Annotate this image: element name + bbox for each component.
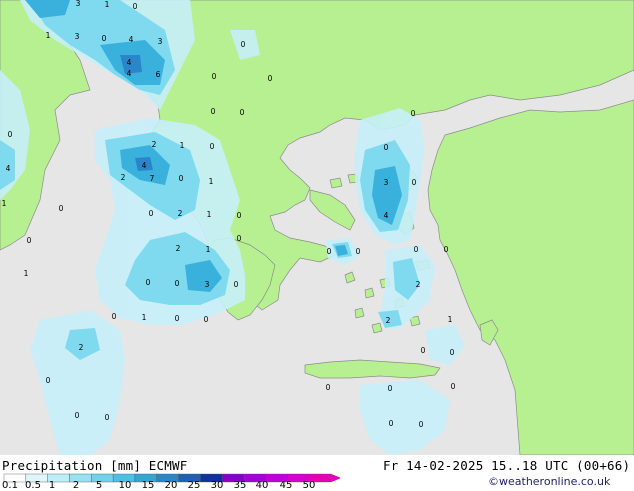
- cell-value-label: 1: [142, 313, 147, 322]
- cell-value-label: 1: [206, 245, 211, 254]
- color-scale-label: 20: [164, 480, 178, 491]
- cell-value-label: 3: [158, 37, 163, 46]
- cell-value-label: 0: [212, 72, 217, 81]
- cell-value-label: 0: [237, 211, 242, 220]
- cell-value-label: 0: [59, 204, 64, 213]
- color-scale-label: 45: [279, 480, 293, 491]
- cell-value-label: 0: [327, 247, 332, 256]
- color-scale-swatch: [91, 473, 114, 483]
- cell-value-label: 0: [46, 376, 51, 385]
- cell-value-label: 3: [76, 0, 81, 8]
- color-scale-label: 5: [95, 480, 103, 491]
- cell-value-label: 3: [205, 280, 210, 289]
- cell-value-label: 0: [268, 74, 273, 83]
- color-scale-label: 25: [187, 480, 201, 491]
- credit-link[interactable]: ©weatheronline.co.uk: [488, 475, 610, 488]
- cell-value-label: 0: [75, 411, 80, 420]
- color-scale-label: 50: [302, 480, 316, 491]
- cell-value-label: 2: [386, 316, 391, 325]
- cell-value-label: 2: [121, 173, 126, 182]
- cell-value-label: 3: [384, 178, 389, 187]
- cell-value-label: 0: [326, 383, 331, 392]
- color-scale-label: 15: [141, 480, 155, 491]
- cell-value-label: 1: [46, 31, 51, 40]
- cell-value-label: 0: [133, 2, 138, 11]
- cell-value-label: 0: [105, 413, 110, 422]
- color-scale-label: 10: [118, 480, 132, 491]
- cell-value-label: 1: [180, 141, 185, 150]
- cell-value-label: 0: [240, 108, 245, 117]
- cell-value-label: 1: [448, 315, 453, 324]
- cell-value-label: 3: [75, 32, 80, 41]
- cell-value-label: 0: [204, 315, 209, 324]
- cell-value-label: 4: [384, 211, 389, 220]
- cell-value-label: 0: [27, 236, 32, 245]
- color-scale-arrow: [331, 474, 340, 482]
- cell-value-label: 0: [234, 280, 239, 289]
- cell-value-label: 1: [24, 269, 29, 278]
- cell-value-label: 0: [412, 178, 417, 187]
- color-scale-label: 30: [210, 480, 224, 491]
- cell-value-label: 2: [79, 343, 84, 352]
- cell-value-label: 2: [416, 280, 421, 289]
- cell-value-label: 0: [211, 107, 216, 116]
- cell-value-label: 0: [384, 143, 389, 152]
- cell-value-label: 2: [176, 244, 181, 253]
- cell-value-label: 0: [146, 278, 151, 287]
- color-scale-label: 0.1: [2, 480, 18, 491]
- color-scale-label: 1: [48, 480, 56, 491]
- color-scale-label: 40: [255, 480, 269, 491]
- cell-value-label: 0: [237, 234, 242, 243]
- color-scale-label: 2: [72, 480, 80, 491]
- cell-value-label: 0: [419, 420, 424, 429]
- cell-value-label: 4: [6, 164, 11, 173]
- cell-value-label: 0: [356, 247, 361, 256]
- cell-value-label: 0: [210, 142, 215, 151]
- chart-title: Precipitation [mm] ECMWF: [2, 458, 188, 473]
- precipitation-map: 3 1 0 1 3 0 4 3 0 4 4 6 0 0 0 0 0 0 2 1 0 0 4 4 2 7 0 1 3 0 1 0 0 2 1 0 4 0 0 2…: [0, 0, 634, 455]
- cell-value-label: 2: [178, 209, 183, 218]
- cell-value-label: 0: [241, 40, 246, 49]
- cell-value-label: 0: [421, 346, 426, 355]
- cell-value-label: 4: [129, 35, 134, 44]
- cell-value-label: 1: [105, 0, 110, 9]
- color-scale-label: 35: [233, 480, 247, 491]
- cell-value-label: 4: [127, 69, 132, 78]
- cell-value-label: 6: [156, 70, 161, 79]
- cell-value-label: 0: [414, 245, 419, 254]
- cell-value-label: 0: [411, 109, 416, 118]
- cell-value-label: 2: [152, 140, 157, 149]
- cell-value-label: 0: [102, 34, 107, 43]
- cell-value-label: 0: [112, 312, 117, 321]
- cell-value-label: 0: [451, 382, 456, 391]
- cell-value-label: 1: [209, 177, 214, 186]
- cell-value-label: 0: [8, 130, 13, 139]
- cell-value-label: 0: [149, 209, 154, 218]
- color-scale-label: 0.5: [25, 480, 41, 491]
- cell-value-label: 0: [444, 245, 449, 254]
- cell-value-label: 0: [450, 348, 455, 357]
- cell-value-label: 0: [179, 174, 184, 183]
- cell-value-label: 7: [150, 174, 155, 183]
- cell-value-label: 4: [127, 58, 132, 67]
- cell-value-label: 0: [175, 314, 180, 323]
- cell-value-label: 0: [175, 279, 180, 288]
- cell-value-label: 1: [2, 199, 7, 208]
- cell-value-label: 1: [207, 210, 212, 219]
- cell-value-label: 0: [389, 419, 394, 428]
- cell-value-label: 0: [388, 384, 393, 393]
- weather-map-screen: 3101304304460000002100442701301002104002…: [0, 0, 634, 491]
- valid-datetime: Fr 14-02-2025 15..18 UTC (00+66): [383, 458, 631, 473]
- cell-value-label: 4: [142, 161, 147, 170]
